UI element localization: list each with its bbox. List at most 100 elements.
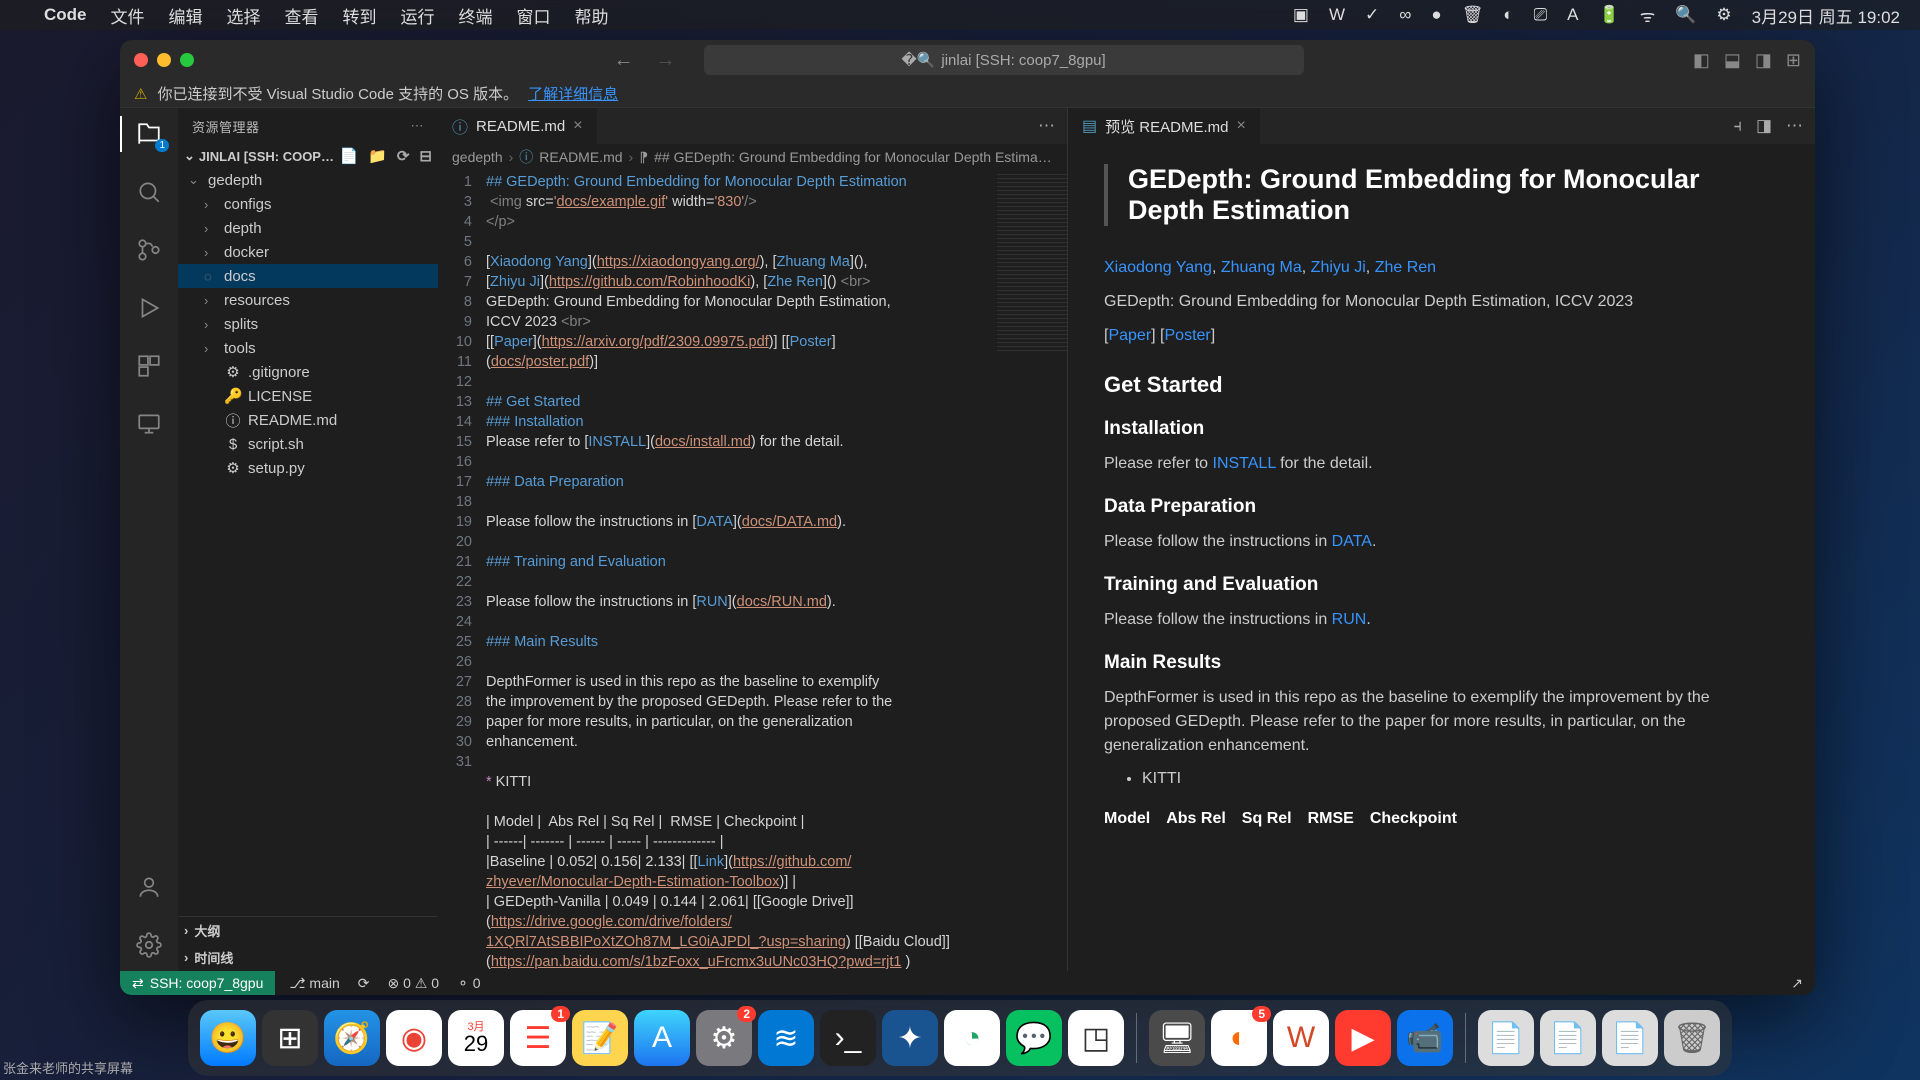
tree-item-tools[interactable]: ›tools <box>178 336 438 360</box>
activity-settings[interactable] <box>133 929 165 961</box>
remote-indicator[interactable]: ⇄ SSH: coop7_8gpu <box>120 971 275 995</box>
nav-back-icon[interactable]: ← <box>614 49 634 72</box>
more-icon[interactable]: ⋯ <box>1786 116 1803 136</box>
tab-readme[interactable]: ⓘ README.md × <box>438 108 598 144</box>
poster-link[interactable]: Poster <box>1165 327 1211 344</box>
collapse-icon[interactable]: ⊟ <box>419 147 432 165</box>
dock-doc2[interactable]: 📄 <box>1540 1010 1596 1066</box>
tree-item--gitignore[interactable]: ⚙.gitignore <box>178 360 438 384</box>
menu-terminal[interactable]: 终端 <box>459 3 493 28</box>
activity-explorer[interactable]: 1 <box>133 118 165 150</box>
window-maximize-button[interactable] <box>180 53 194 67</box>
window-minimize-button[interactable] <box>157 53 171 67</box>
author-link[interactable]: Zhe Ren <box>1375 259 1436 276</box>
dock-doc1[interactable]: 📄 <box>1478 1010 1534 1066</box>
dock-trash[interactable]: 🗑 <box>1664 1010 1720 1066</box>
dock-safari[interactable]: 🧭 <box>324 1010 380 1066</box>
menu-goto[interactable]: 转到 <box>343 3 377 28</box>
open-side-icon[interactable]: ◨ <box>1756 116 1772 136</box>
dock-settings[interactable]: ⚙2 <box>696 1010 752 1066</box>
new-folder-icon[interactable]: 📁 <box>368 147 387 165</box>
dock-notes[interactable]: 📝 <box>572 1010 628 1066</box>
status-icon-7[interactable]: ⎚ <box>1534 5 1548 25</box>
tree-item-script-sh[interactable]: $script.sh <box>178 432 438 456</box>
status-icon-5[interactable]: ● <box>1431 5 1441 25</box>
breadcrumb-file[interactable]: README.md <box>539 149 622 165</box>
new-file-icon[interactable]: 📄 <box>339 147 358 165</box>
tree-item-docker[interactable]: ›docker <box>178 240 438 264</box>
editor-more-icon[interactable]: ⋯ <box>1038 116 1055 136</box>
outline-section[interactable]: › 大纲 <box>178 917 438 944</box>
author-link[interactable]: Zhiyu Ji <box>1311 259 1366 276</box>
dock-app6[interactable]: ▶ <box>1335 1010 1391 1066</box>
activity-extensions[interactable] <box>133 350 165 382</box>
ime-icon[interactable]: A <box>1567 5 1578 25</box>
tree-item-LICENSE[interactable]: 🔑LICENSE <box>178 384 438 408</box>
dock-vscode[interactable]: ≋ <box>758 1010 814 1066</box>
dock-appstore[interactable]: A <box>634 1010 690 1066</box>
sidebar-more-icon[interactable]: ⋯ <box>411 118 425 134</box>
wifi-icon[interactable]: ᯤ <box>1640 4 1656 27</box>
dock-launchpad[interactable]: ⊞ <box>262 1010 318 1066</box>
menu-edit[interactable]: 编辑 <box>169 3 203 28</box>
datetime[interactable]: 3月29日 周五 19:02 <box>1752 3 1900 28</box>
battery-icon[interactable]: 🔋 <box>1599 5 1620 25</box>
code-editor[interactable]: 1345678910111213141516171819202122232425… <box>438 170 1067 971</box>
activity-search[interactable] <box>133 176 165 208</box>
tree-item-depth[interactable]: ›depth <box>178 216 438 240</box>
dock-app5[interactable]: ◐5 <box>1211 1010 1267 1066</box>
data-link[interactable]: DATA <box>1332 533 1372 550</box>
status-icon-6[interactable]: ◐ <box>1503 5 1513 25</box>
layout-sidebar-left-icon[interactable]: ◧ <box>1693 50 1710 71</box>
breadcrumb-folder[interactable]: gedepth <box>452 149 503 165</box>
tree-item-splits[interactable]: ›splits <box>178 312 438 336</box>
app-name[interactable]: Code <box>44 5 87 25</box>
tree-item-gedepth[interactable]: ⌄gedepth <box>178 168 438 192</box>
tree-item-docs[interactable]: ◌docs <box>178 264 438 288</box>
menu-help[interactable]: 帮助 <box>575 3 609 28</box>
close-icon[interactable]: × <box>1236 117 1245 135</box>
nav-forward-icon[interactable]: → <box>656 49 676 72</box>
dock-zoom[interactable]: 📹 <box>1397 1010 1453 1066</box>
dock-reminders[interactable]: ☰1 <box>510 1010 566 1066</box>
trash-icon[interactable]: 🗑 <box>1462 5 1484 25</box>
author-link[interactable]: Xiaodong Yang <box>1104 259 1212 276</box>
command-center[interactable]: �🔍 jinlai [SSH: coop7_8gpu] <box>704 45 1304 75</box>
dock-app3[interactable]: ◳ <box>1068 1010 1124 1066</box>
activity-remote[interactable] <box>133 408 165 440</box>
split-icon[interactable]: ⫞ <box>1733 116 1742 136</box>
ports-indicator[interactable]: ⚬ 0 <box>457 975 480 992</box>
sidebar-root[interactable]: ⌄ JINLAI [SSH: COOP7_... 📄 📁 ⟳ ⊟ <box>178 144 438 168</box>
author-link[interactable]: Zhuang Ma <box>1221 259 1302 276</box>
spotlight-icon[interactable]: 🔍 <box>1675 5 1696 25</box>
window-close-button[interactable] <box>134 53 148 67</box>
dock-wechat[interactable]: 💬 <box>1006 1010 1062 1066</box>
tree-item-README-md[interactable]: ⓘREADME.md <box>178 408 438 432</box>
dock-app1[interactable]: ✦ <box>882 1010 938 1066</box>
dock-doc3[interactable]: 📄 <box>1602 1010 1658 1066</box>
dock-terminal[interactable]: ›_ <box>820 1010 876 1066</box>
layout-customize-icon[interactable]: ⊞ <box>1786 50 1801 71</box>
problems-indicator[interactable]: ⊗ 0 ⚠ 0 <box>388 975 440 992</box>
status-icon-2[interactable]: W <box>1329 5 1345 25</box>
sync-icon[interactable]: ⟳ <box>358 975 370 992</box>
status-icon-1[interactable]: ▣ <box>1293 5 1309 25</box>
breadcrumb[interactable]: gedepth › ⓘ README.md › ⁋ ## GEDepth: Gr… <box>438 144 1067 170</box>
status-icon-3[interactable]: ✓ <box>1365 5 1379 25</box>
control-center-icon[interactable]: ⚙ <box>1716 5 1731 25</box>
refresh-icon[interactable]: ⟳ <box>397 147 410 165</box>
timeline-section[interactable]: › 时间线 <box>178 944 438 971</box>
branch-indicator[interactable]: ⎇ main <box>289 975 339 992</box>
markdown-preview[interactable]: GEDepth: Ground Embedding for Monocular … <box>1068 144 1815 971</box>
warning-link[interactable]: 了解详细信息 <box>528 83 618 104</box>
menu-view[interactable]: 查看 <box>285 3 319 28</box>
tree-item-resources[interactable]: ›resources <box>178 288 438 312</box>
activity-scm[interactable] <box>133 234 165 266</box>
dock-calendar[interactable]: 3月29 <box>448 1010 504 1066</box>
minimap[interactable] <box>997 174 1067 354</box>
feedback-icon[interactable]: ↗ <box>1791 975 1803 991</box>
activity-debug[interactable] <box>133 292 165 324</box>
paper-link[interactable]: Paper <box>1108 327 1151 344</box>
dock-chrome[interactable]: ◉ <box>386 1010 442 1066</box>
close-icon[interactable]: × <box>573 117 582 135</box>
